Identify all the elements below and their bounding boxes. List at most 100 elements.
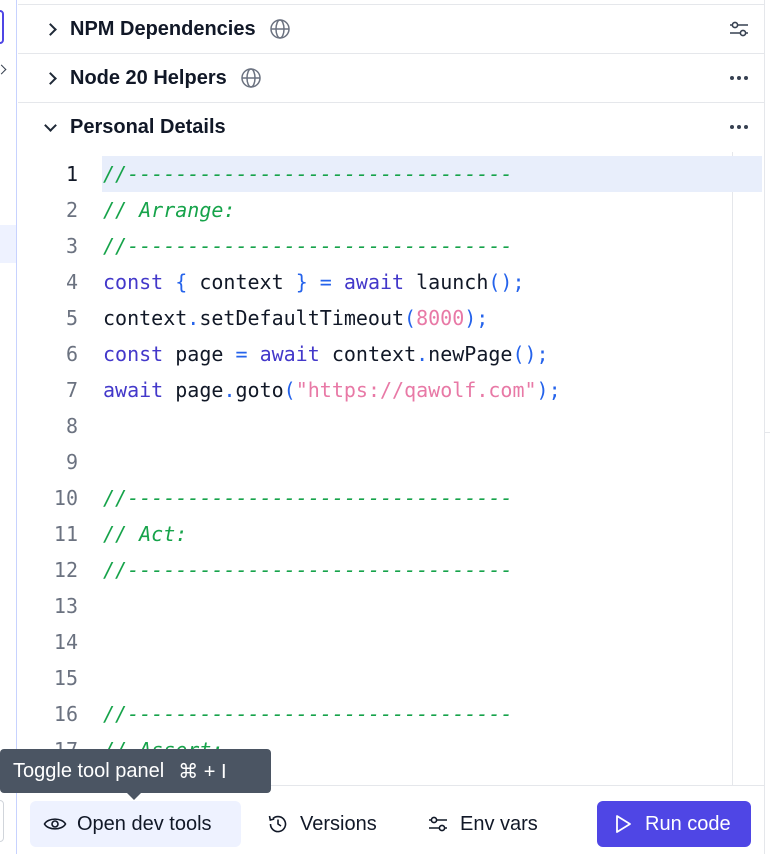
code-panel: NPM Dependencies Node 20 Helpers Persona… [18, 4, 764, 854]
code-token-punct: . [416, 342, 429, 366]
eye-icon [43, 812, 67, 836]
code-token-punct: (); [488, 270, 525, 294]
code-line[interactable]: 2 // Arrange: [18, 192, 764, 228]
code-token-punct: = [235, 342, 248, 366]
code-line[interactable]: 1 //-------------------------------- [18, 156, 764, 192]
chevron-right-icon[interactable] [44, 71, 57, 85]
code-line[interactable]: 3 //-------------------------------- [18, 228, 764, 264]
sidebar-bottom-button[interactable] [0, 800, 4, 842]
code-token-punct: ( [404, 306, 417, 330]
play-icon [611, 812, 635, 836]
section-title: NPM Dependencies [70, 17, 256, 40]
sliders-icon [426, 812, 450, 836]
code-line[interactable]: 7 await page.goto("https://qawolf.com"); [18, 372, 764, 408]
code-line[interactable]: 6 const page = await context.newPage(); [18, 336, 764, 372]
code-token-plain: page [163, 378, 224, 402]
line-number: 4 [65, 270, 78, 294]
code-token-punct: . [223, 378, 236, 402]
code-text: //-------------------------------- [103, 480, 512, 516]
line-number: 11 [53, 522, 78, 546]
sliders-icon[interactable] [728, 18, 750, 40]
tooltip-arrow [127, 793, 141, 800]
code-token-plain: setDefaultTimeout [199, 306, 405, 330]
sidebar-edge [0, 0, 17, 854]
code-token-punct: ); [464, 306, 489, 330]
code-token-punct: } [295, 270, 308, 294]
code-text: //-------------------------------- [103, 552, 512, 588]
code-token-comment: //-------------------------------- [103, 486, 513, 510]
code-token-keyword: await [259, 342, 320, 366]
editor-scrollbar[interactable] [732, 152, 764, 790]
code-token-keyword: const [103, 342, 164, 366]
code-token-plain: goto [235, 378, 284, 402]
line-number: 12 [53, 558, 78, 582]
code-editor[interactable]: 1 //-------------------------------- 2 // A… [18, 152, 764, 790]
code-token-plain: context [103, 306, 188, 330]
line-number: 7 [65, 378, 78, 402]
line-number: 13 [53, 594, 78, 618]
section-header-npm-dependencies[interactable]: NPM Dependencies [18, 5, 764, 54]
code-line[interactable]: 15 [18, 660, 764, 696]
code-line[interactable]: 8 [18, 408, 764, 444]
code-token-string: "https://qawolf.com" [295, 378, 537, 402]
tooltip-text: Toggle tool panel [13, 759, 165, 782]
sidebar-item-frame[interactable] [0, 10, 4, 44]
code-token-plain: page [163, 342, 236, 366]
code-token-punct: ( [283, 378, 296, 402]
code-token-number: 8000 [416, 306, 465, 330]
code-line[interactable]: 11 // Act: [18, 516, 764, 552]
code-token-keyword: await [343, 270, 405, 294]
code-line[interactable]: 14 [18, 624, 764, 660]
code-text: // Arrange: [103, 192, 235, 228]
line-number: 15 [53, 666, 78, 690]
code-line[interactable]: 9 [18, 444, 764, 480]
more-horizontal-icon[interactable] [728, 67, 750, 89]
code-text: //-------------------------------- [103, 156, 512, 192]
divider [764, 0, 765, 854]
section-header-personal-details[interactable]: Personal Details [18, 103, 764, 152]
code-line[interactable]: 16 //-------------------------------- [18, 696, 764, 732]
chevron-down-icon[interactable] [44, 118, 57, 132]
code-line[interactable]: 12 //-------------------------------- [18, 552, 764, 588]
open-dev-tools-button[interactable]: Open dev tools [30, 801, 241, 847]
line-number: 14 [53, 630, 78, 654]
code-text: //-------------------------------- [103, 228, 512, 264]
code-line[interactable]: 5 context.setDefaultTimeout(8000); [18, 300, 764, 336]
env-vars-button[interactable]: Env vars [426, 801, 566, 847]
code-token-keyword: await [103, 378, 164, 402]
globe-icon [269, 18, 291, 40]
code-text: context.setDefaultTimeout(8000); [103, 300, 488, 336]
code-token-plain: context [319, 342, 417, 366]
open-dev-tools-label: Open dev tools [77, 812, 212, 835]
globe-icon [240, 67, 262, 89]
code-token-punct: { [175, 270, 188, 294]
versions-button[interactable]: Versions [266, 801, 406, 847]
code-token-punct: ); [536, 378, 561, 402]
line-number: 16 [53, 702, 78, 726]
env-vars-label: Env vars [460, 812, 538, 835]
code-text: // Act: [103, 516, 187, 552]
section-header-node-20-helpers[interactable]: Node 20 Helpers [18, 54, 764, 103]
code-line[interactable]: 13 [18, 588, 764, 624]
line-number: 3 [65, 234, 78, 258]
section-title: Personal Details [70, 116, 226, 138]
history-icon [266, 812, 290, 836]
code-line[interactable]: 10 //-------------------------------- [18, 480, 764, 516]
code-token-comment: //-------------------------------- [103, 702, 513, 726]
scrollbar-thumb[interactable] [732, 156, 762, 192]
sidebar-selected-item[interactable] [0, 225, 16, 263]
code-text: const { context } = await launch(); [103, 264, 525, 300]
code-token-comment: //-------------------------------- [103, 234, 513, 258]
run-code-button[interactable]: Run code [597, 801, 751, 847]
line-number: 9 [65, 450, 78, 474]
chevron-down-icon[interactable] [0, 64, 7, 75]
more-horizontal-icon[interactable] [728, 116, 750, 138]
code-token-keyword: const [103, 270, 164, 294]
code-line[interactable]: 4 const { context } = await launch(); [18, 264, 764, 300]
tooltip-shortcut: ⌘ + I [178, 760, 227, 783]
chevron-right-icon[interactable] [44, 22, 57, 36]
